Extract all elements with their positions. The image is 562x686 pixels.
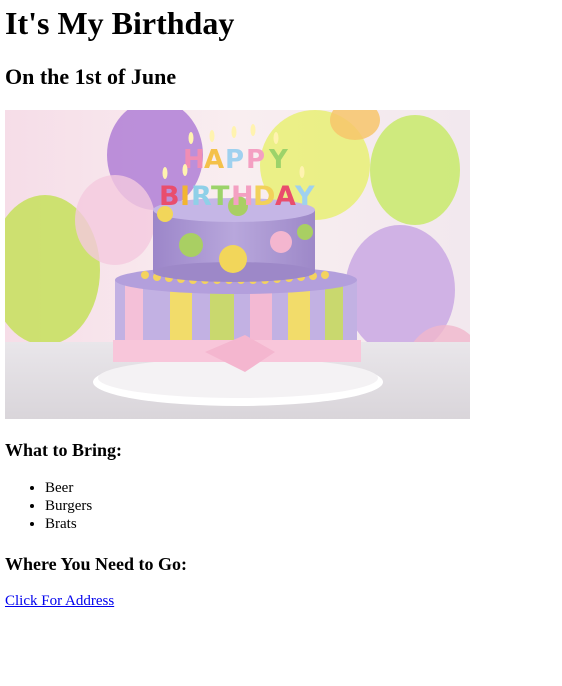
list-item: Brats [45, 515, 92, 533]
svg-text:R: R [191, 181, 212, 212]
svg-text:H: H [231, 181, 254, 212]
svg-text:P: P [225, 145, 244, 175]
svg-text:A: A [204, 145, 224, 175]
svg-text:B: B [159, 181, 180, 212]
page-subtitle: On the 1st of June [5, 64, 177, 89]
svg-text:Y: Y [294, 181, 315, 212]
svg-text:I: I [180, 181, 190, 212]
svg-text:Y: Y [268, 145, 289, 175]
svg-text:D: D [253, 181, 275, 212]
page-title: It's My Birthday [5, 5, 235, 41]
list-item: Burgers [45, 497, 92, 515]
where-to-go-heading: Where You Need to Go: [5, 554, 187, 574]
list-item: Beer [45, 479, 92, 497]
what-to-bring-heading: What to Bring: [5, 440, 122, 460]
svg-text:T: T [211, 181, 230, 212]
address-link[interactable]: Click For Address [5, 592, 114, 610]
svg-text:A: A [275, 181, 296, 212]
bring-list: Beer Burgers Brats [5, 479, 92, 533]
birthday-cake-image: H A P P Y B I R T H D A Y [5, 110, 470, 419]
svg-text:P: P [246, 145, 265, 175]
